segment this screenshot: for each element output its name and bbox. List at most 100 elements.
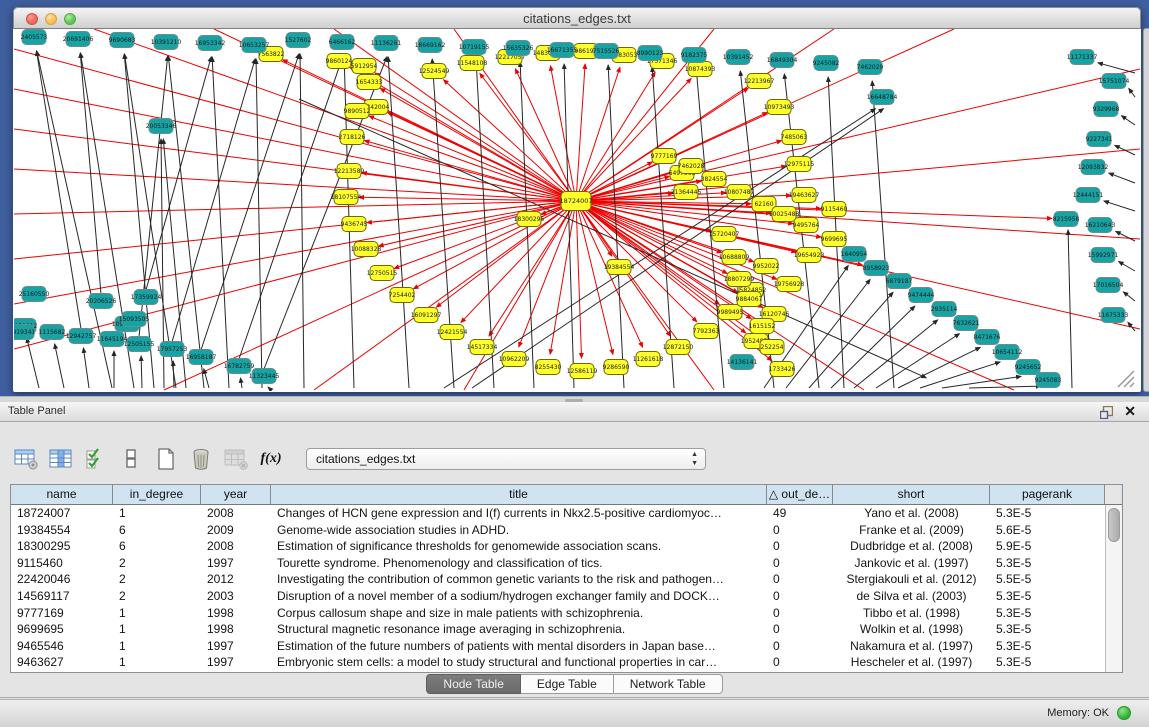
graph-node[interactable]: 9245082 xyxy=(813,56,840,71)
graph-node[interactable]: 16091297 xyxy=(411,308,442,323)
graph-node[interactable]: 1640954 xyxy=(841,247,868,262)
graph-node[interactable]: 12586119 xyxy=(567,364,598,379)
graph-node[interactable]: 2405573 xyxy=(21,30,48,45)
show-columns-icon[interactable] xyxy=(49,448,73,470)
graph-node[interactable]: 17957253 xyxy=(157,342,188,357)
graph-node[interactable]: 12093832 xyxy=(1078,160,1109,175)
network-window-titlebar[interactable]: citations_edges.txt xyxy=(13,7,1141,29)
graph-node[interactable]: 6879187 xyxy=(886,274,913,289)
table-scrollbar[interactable] xyxy=(1105,505,1122,672)
graph-node[interactable]: 2718126 xyxy=(339,130,366,145)
graph-node[interactable]: 5912954 xyxy=(351,59,378,74)
graph-node[interactable]: 16782759 xyxy=(224,359,255,374)
network-view-window[interactable]: citations_edges.txt 18724007183002951938… xyxy=(13,7,1141,392)
graph-node[interactable]: 1115682 xyxy=(39,325,66,340)
graph-node[interactable]: 7792363 xyxy=(693,324,720,339)
graph-node[interactable]: 9182375 xyxy=(681,48,708,63)
graph-node[interactable]: 1527602 xyxy=(285,33,312,48)
graph-node[interactable]: 9777169 xyxy=(651,149,678,164)
table-row[interactable]: 1872400712008Changes of HCN gene express… xyxy=(11,505,1105,522)
graph-node[interactable]: 15093505 xyxy=(119,312,150,327)
graph-node[interactable]: 10807487 xyxy=(724,185,755,200)
graph-node[interactable]: 9227341 xyxy=(1086,132,1113,147)
graph-node[interactable]: 7462029 xyxy=(857,60,884,75)
graph-node[interactable]: 7462028 xyxy=(678,159,705,174)
graph-node[interactable]: 9329968 xyxy=(1093,102,1120,117)
graph-node[interactable]: 16849304 xyxy=(767,53,798,68)
graph-node[interactable]: 1615152 xyxy=(749,319,776,334)
graph-node[interactable]: 17359924 xyxy=(131,290,162,305)
graph-node[interactable]: 9286590 xyxy=(603,360,630,375)
graph-node[interactable]: 7515526 xyxy=(593,44,620,59)
graph-node[interactable]: 11261618 xyxy=(633,352,664,367)
graph-node[interactable]: 12872150 xyxy=(663,340,694,355)
graph-node[interactable]: 16210643 xyxy=(1085,218,1116,233)
graph-node[interactable]: 9245083 xyxy=(1035,373,1062,388)
graph-node[interactable]: 16953342 xyxy=(195,36,226,51)
graph-node[interactable]: 19654923 xyxy=(794,248,825,263)
graph-node[interactable]: 9245652 xyxy=(1015,360,1042,375)
table-row[interactable]: 911546021997Tourette syndrome. Phenomeno… xyxy=(11,555,1105,572)
column-header-title[interactable]: title xyxy=(271,485,767,504)
column-header-short[interactable]: short xyxy=(833,485,990,504)
graph-node[interactable]: 20206526 xyxy=(86,294,117,309)
column-header-out_de[interactable]: △ out_de… xyxy=(767,485,833,504)
graph-node[interactable]: 9890512 xyxy=(344,104,371,119)
graph-node[interactable]: 9989495 xyxy=(717,305,744,320)
graph-node[interactable]: 20691406 xyxy=(63,32,94,47)
graph-node[interactable]: 18807299 xyxy=(724,272,755,287)
column-header-pagerank[interactable]: pagerank xyxy=(990,485,1105,504)
table-row[interactable]: 946362711997Embryonic stem cells: a mode… xyxy=(11,654,1105,671)
graph-node[interactable]: 8990123 xyxy=(637,46,664,61)
function-builder-icon[interactable]: f(x) xyxy=(259,448,283,470)
graph-node[interactable]: 10719155 xyxy=(459,40,490,55)
graph-node[interactable]: 12975115 xyxy=(784,157,815,172)
close-panel-icon[interactable]: ✕ xyxy=(1124,403,1136,420)
graph-node[interactable]: 8215958 xyxy=(1053,212,1080,227)
tab-edge-table[interactable]: Edge Table xyxy=(521,674,614,694)
graph-node[interactable]: 12505155 xyxy=(124,337,155,352)
graph-node[interactable]: 9699695 xyxy=(821,232,848,247)
graph-node[interactable]: 19463627 xyxy=(789,188,820,203)
graph-node[interactable]: 9919341 xyxy=(14,325,36,340)
graph-node[interactable]: 10654112 xyxy=(992,345,1023,360)
graph-node[interactable]: 12942757 xyxy=(66,329,97,344)
table-selector-dropdown[interactable]: citations_edges.txt ▲▼ xyxy=(306,448,706,470)
graph-node[interactable]: 12444151 xyxy=(1073,188,1104,203)
column-header-name[interactable]: name xyxy=(11,485,113,504)
graph-node[interactable]: 18669162 xyxy=(415,38,446,53)
graph-node[interactable]: 11548108 xyxy=(457,56,488,71)
graph-node[interactable]: 12213967 xyxy=(744,74,775,89)
graph-node[interactable]: 17016504 xyxy=(1093,278,1124,293)
graph-node[interactable]: 9436745 xyxy=(341,217,368,232)
graph-node[interactable]: 9474444 xyxy=(908,288,935,303)
graph-node[interactable]: 16671355 xyxy=(547,43,578,58)
table-row[interactable]: 977716911998Corpus callosum shape and si… xyxy=(11,605,1105,622)
graph-node[interactable]: 9952022 xyxy=(753,259,780,274)
graph-node[interactable]: 10391210 xyxy=(151,35,182,50)
graph-node[interactable]: 15992971 xyxy=(1088,248,1119,263)
graph-node[interactable]: 16648784 xyxy=(867,90,898,105)
graph-node[interactable]: 8471676 xyxy=(974,330,1001,345)
graph-node[interactable]: 9115460 xyxy=(821,202,848,217)
graph-node[interactable]: 10653257 xyxy=(239,38,270,53)
graph-node[interactable]: 11171337 xyxy=(1067,50,1098,65)
graph-node[interactable]: 10088328 xyxy=(351,242,382,257)
graph-node[interactable]: 7632621 xyxy=(953,316,980,331)
graph-node[interactable]: 11675333 xyxy=(1098,308,1129,323)
graph-node[interactable]: 12750515 xyxy=(367,266,398,281)
merge-tables-icon[interactable] xyxy=(119,448,143,470)
graph-node[interactable]: 15635326 xyxy=(503,41,534,56)
network-canvas[interactable]: 1872400718300295193845547563822986012459… xyxy=(14,29,1140,391)
table-row[interactable]: 1938455462009Genome-wide association stu… xyxy=(11,522,1105,539)
graph-node[interactable]: 15751074 xyxy=(1099,74,1130,89)
graph-node[interactable]: 10688809 xyxy=(719,250,750,265)
window-resize-grip[interactable] xyxy=(1118,371,1134,387)
delete-icon[interactable] xyxy=(189,448,213,470)
graph-node[interactable]: 9495764 xyxy=(793,218,820,233)
graph-node[interactable]: 19756928 xyxy=(774,277,805,292)
graph-node[interactable]: 20053346 xyxy=(146,119,177,134)
table-row[interactable]: 946554611997Estimation of the future num… xyxy=(11,638,1105,655)
graph-node[interactable]: 9860124 xyxy=(326,54,353,69)
graph-node[interactable]: 2935114 xyxy=(931,302,958,317)
